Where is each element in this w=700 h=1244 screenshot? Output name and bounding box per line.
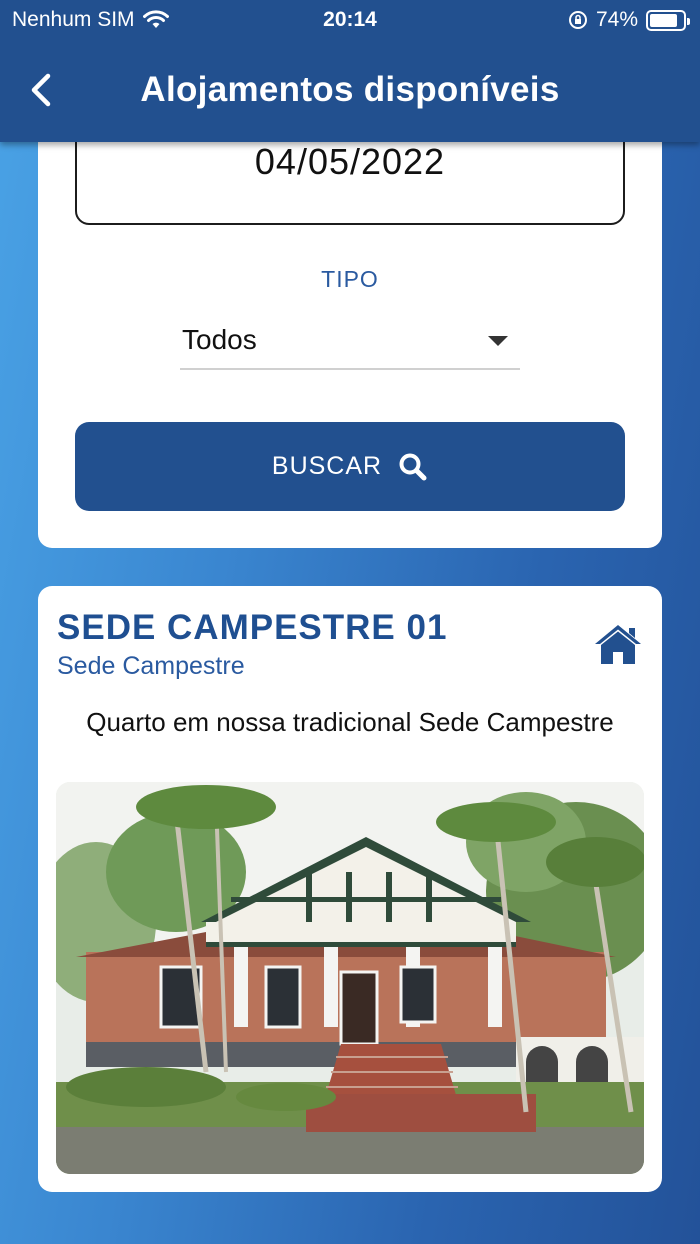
page-title: Alojamentos disponíveis [140, 70, 560, 109]
buscar-button-label: BUSCAR [271, 452, 383, 480]
rotation-lock-icon [568, 11, 587, 29]
status-bar: Nenhum SIM 20:14 74% [0, 6, 700, 36]
status-right: 74% [568, 8, 690, 32]
battery-icon [646, 9, 690, 31]
listing-title: SEDE CAMPESTRE 01 [57, 608, 448, 647]
search-card: 04/05/2022 TIPO Todos BUSCAR [38, 100, 662, 548]
date-value: 04/05/2022 [254, 141, 446, 182]
tipo-label: TIPO [321, 266, 379, 292]
listing-description: Quarto em nossa tradicional Sede Campest… [86, 707, 614, 737]
buscar-button[interactable]: BUSCAR [75, 422, 625, 511]
house-icon[interactable] [592, 622, 644, 666]
app-header: Nenhum SIM 20:14 74% Alojamentos disponí… [0, 0, 700, 142]
house-photo-illustration [56, 782, 644, 1174]
tipo-select-value: Todos [182, 324, 257, 355]
listing-subtitle: Sede Campestre [57, 652, 245, 680]
search-icon [399, 453, 427, 480]
tipo-select[interactable]: Todos [180, 318, 520, 370]
listing-photo[interactable] [56, 782, 644, 1174]
listing-card[interactable]: SEDE CAMPESTRE 01 Sede Campestre Quarto … [38, 586, 662, 1192]
caret-down-icon [488, 336, 508, 346]
battery-percent: 74% [595, 8, 638, 31]
nav-bar: Alojamentos disponíveis [0, 60, 700, 122]
